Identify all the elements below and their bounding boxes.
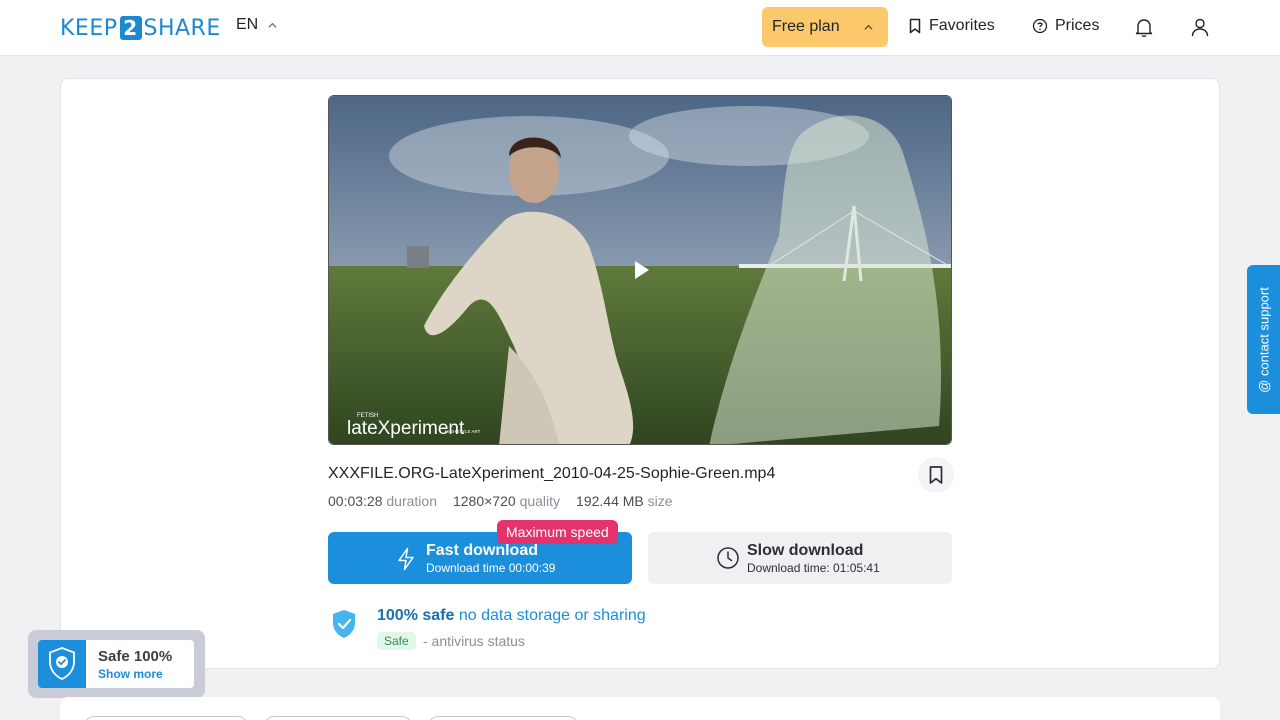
- bell-icon: [1135, 19, 1153, 38]
- account-button[interactable]: [1188, 15, 1212, 39]
- slow-download-time: Download time: 01:05:41: [747, 561, 880, 575]
- shield-check-icon: [49, 647, 75, 680]
- file-name: XXXFILE.ORG-LateXperiment_2010-04-25-Sop…: [328, 465, 776, 482]
- contact-support-tab[interactable]: @ contact support: [1247, 265, 1280, 414]
- safety-statement: 100% safe no data storage or sharing: [377, 607, 646, 625]
- file-meta: 00:03:28 duration 1280×720 quality 192.4…: [328, 493, 673, 509]
- tag-chip[interactable]: [428, 716, 578, 720]
- logo-number: 2: [119, 16, 142, 40]
- slow-download-title: Slow download: [747, 542, 864, 559]
- safe-widget[interactable]: Safe 100% Show more: [38, 640, 194, 688]
- prices-link[interactable]: Prices: [1032, 17, 1099, 35]
- user-icon: [1191, 18, 1209, 37]
- duration-value: 00:03:28: [328, 493, 383, 509]
- play-icon[interactable]: [634, 260, 650, 280]
- quality-value: 1280×720: [452, 493, 516, 509]
- safety-text: no data storage or sharing: [458, 607, 646, 624]
- notifications-button[interactable]: [1132, 15, 1156, 39]
- keep2share-logo[interactable]: KEEP 2 SHARE: [60, 15, 221, 41]
- bookmark-icon: [929, 466, 943, 484]
- free-plan-button[interactable]: Free plan: [762, 7, 888, 47]
- chevron-up-icon: [268, 22, 277, 28]
- top-header: KEEP 2 SHARE EN Free plan Favorites Pric…: [0, 0, 1280, 56]
- duration-label: duration: [386, 493, 437, 509]
- add-to-favorites-button[interactable]: [918, 457, 954, 493]
- size-label: size: [647, 493, 673, 509]
- size-value: 192.44 MB: [576, 493, 644, 509]
- safe-widget-icon-area: [38, 640, 86, 688]
- duration-info: 00:03:28 duration: [328, 493, 437, 509]
- favorites-link[interactable]: Favorites: [908, 17, 995, 35]
- antivirus-status-badge: Safe: [377, 632, 416, 650]
- safety-bold: 100% safe: [377, 607, 455, 624]
- shield-check-icon: [333, 610, 355, 638]
- safe-widget-title: Safe 100%: [98, 648, 173, 665]
- lightning-icon: [398, 547, 414, 571]
- help-circle-icon: [1032, 18, 1048, 34]
- show-more-link[interactable]: Show more: [98, 667, 163, 681]
- language-label: EN: [236, 16, 259, 33]
- logo-text-right: SHARE: [143, 15, 221, 41]
- chevron-up-icon: [864, 24, 873, 30]
- favorites-label: Favorites: [929, 17, 995, 34]
- fast-download-title: Fast download: [426, 542, 538, 559]
- slow-download-button[interactable]: Slow download Download time: 01:05:41: [648, 532, 952, 584]
- fast-download-time: Download time 00:00:39: [426, 561, 556, 575]
- quality-label: quality: [519, 493, 561, 509]
- bookmark-icon: [909, 18, 921, 34]
- quality-info: 1280×720 quality: [453, 493, 560, 509]
- watermark-sub: HIGHSTYLE ART: [445, 429, 481, 434]
- size-info: 192.44 MB size: [576, 493, 673, 509]
- free-plan-label: Free plan: [772, 18, 840, 35]
- clock-icon: [717, 547, 739, 569]
- prices-label: Prices: [1055, 17, 1100, 34]
- contact-support-label: @ contact support: [1256, 286, 1271, 393]
- logo-text-left: KEEP: [60, 15, 118, 41]
- tag-chip[interactable]: [264, 716, 412, 720]
- language-selector[interactable]: EN: [236, 16, 277, 34]
- antivirus-status-label: - antivirus status: [423, 633, 525, 649]
- maximum-speed-badge: Maximum speed: [497, 520, 618, 544]
- tag-chip[interactable]: [84, 716, 248, 720]
